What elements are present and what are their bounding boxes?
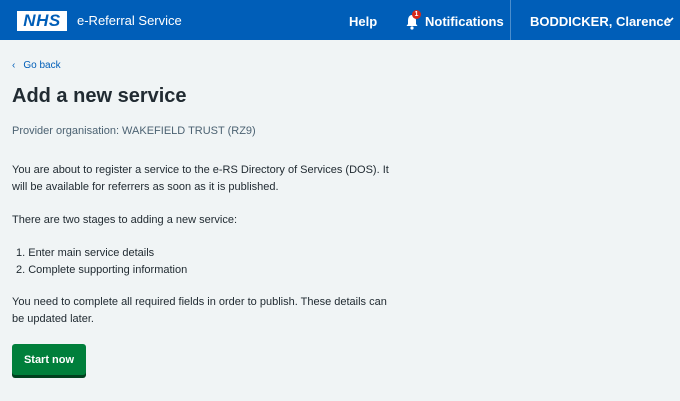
list-item: 1. Enter main service details	[16, 247, 155, 259]
help-link[interactable]: Help	[349, 13, 377, 30]
provider-organisation: Provider organisation: WAKEFIELD TRUST (…	[12, 125, 256, 137]
user-menu-button[interactable]: BODDICKER, Clarence	[530, 13, 671, 30]
notifications-label: Notifications	[425, 14, 504, 29]
chevron-down-icon[interactable]	[665, 14, 675, 26]
start-now-button[interactable]: Start now	[12, 344, 86, 375]
header-divider	[510, 0, 511, 40]
intro-text: You are about to register a service to t…	[12, 164, 389, 193]
service-name[interactable]: e-Referral Service	[77, 12, 182, 29]
back-link-label: Go back	[23, 60, 61, 71]
back-link[interactable]: ‹ Go back	[12, 59, 61, 72]
completion-note: You need to complete all required fields…	[12, 296, 387, 325]
page-title: Add a new service	[12, 85, 187, 107]
stages-intro: There are two stages to adding a new ser…	[12, 214, 238, 226]
list-item: 2. Complete supporting information	[16, 264, 188, 276]
chevron-left-icon: ‹	[12, 60, 16, 71]
steps-list: 1. Enter main service details 2. Complet…	[16, 245, 187, 279]
site-header: NHS e-Referral Service Help 1 Notificati…	[0, 0, 680, 40]
notification-count-badge: 1	[412, 10, 421, 19]
nhs-logo[interactable]: NHS	[17, 11, 67, 31]
